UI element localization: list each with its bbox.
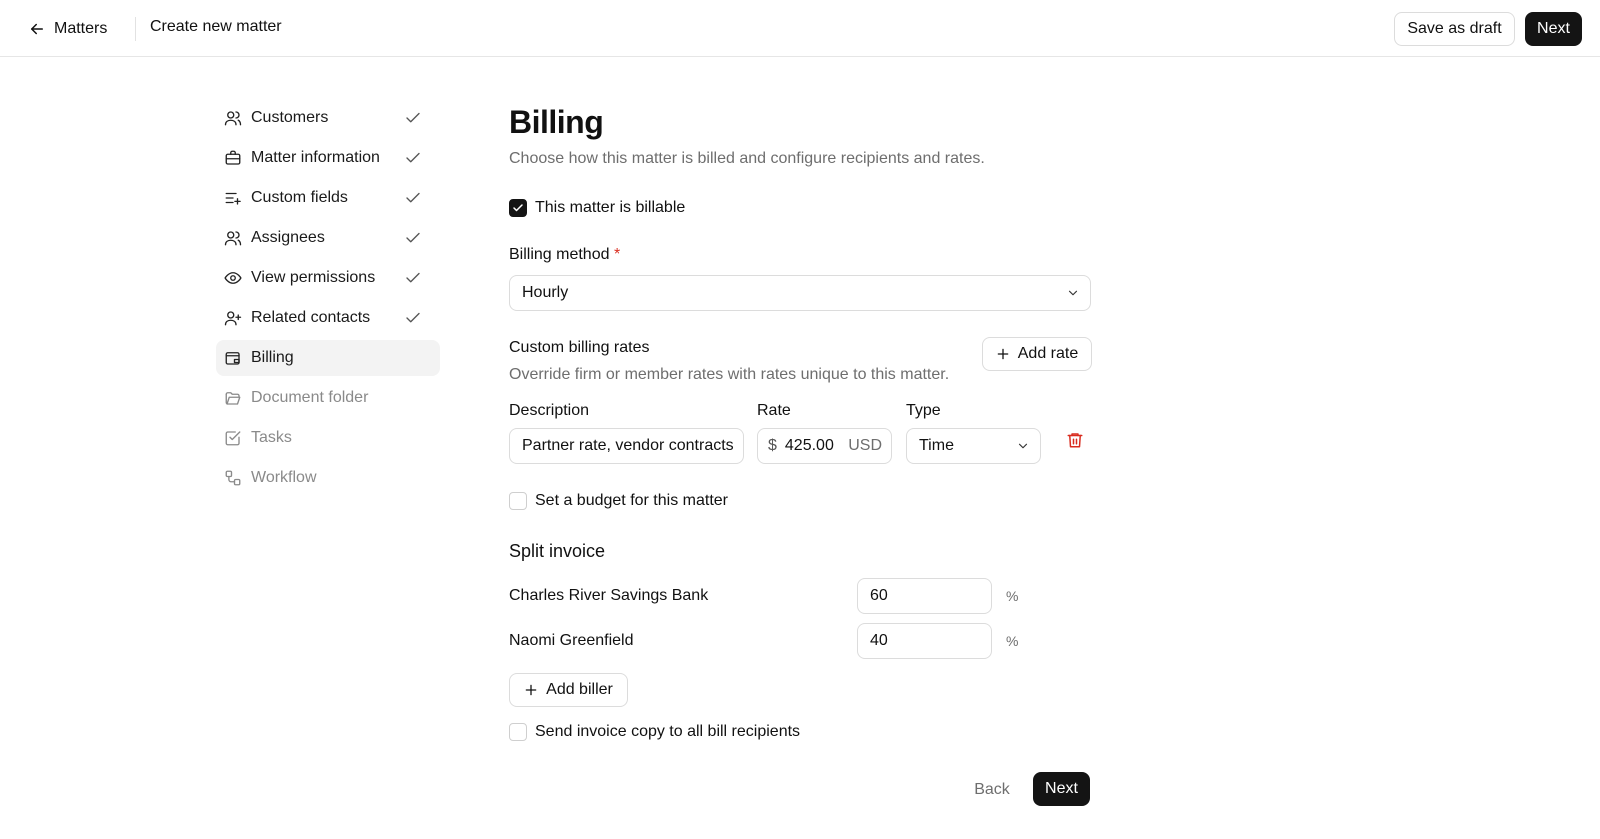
billing-method-label: Billing method *	[509, 246, 620, 264]
budget-checkbox[interactable]	[509, 492, 527, 510]
step-label: Document folder	[251, 389, 369, 406]
checkmark-icon	[513, 204, 523, 212]
currency-code: USD	[848, 437, 882, 454]
billable-checkbox[interactable]	[509, 199, 527, 217]
step-label: Custom fields	[251, 189, 348, 206]
back-link-label: Matters	[54, 20, 108, 37]
briefcase-icon	[224, 149, 242, 167]
percent-unit: %	[1006, 588, 1019, 604]
users-icon	[224, 229, 242, 247]
checkmark-icon	[406, 232, 420, 243]
split-invoice-title: Split invoice	[509, 541, 606, 561]
billable-label: This matter is billable	[535, 199, 686, 216]
step-tasks[interactable]: Tasks	[216, 420, 440, 456]
split-percent-input[interactable]: 40	[857, 623, 992, 659]
checkmark-icon	[406, 312, 420, 323]
add-rate-button[interactable]: Add rate	[982, 337, 1092, 371]
plus-icon	[525, 684, 537, 696]
split-recipient-name: Charles River Savings Bank	[509, 587, 709, 604]
checkbox-icon	[224, 429, 242, 447]
header-next-button[interactable]: Next	[1525, 12, 1582, 46]
step-custom-fields[interactable]: Custom fields	[216, 180, 440, 216]
step-label: Related contacts	[251, 309, 371, 326]
add-biller-button[interactable]: Add biller	[509, 673, 628, 707]
send-copy-checkbox[interactable]	[509, 723, 527, 741]
folder-open-icon	[224, 389, 242, 407]
percent-unit: %	[1006, 633, 1019, 649]
step-label: View permissions	[251, 269, 376, 286]
eye-icon	[224, 269, 242, 287]
billing-method-label-text: Billing method	[509, 246, 610, 263]
step-matter-information[interactable]: Matter information	[216, 140, 440, 176]
col-description-header: Description	[509, 402, 590, 419]
wallet-icon	[224, 349, 242, 367]
rate-amount-value: 425.00	[784, 437, 834, 454]
budget-label: Set a budget for this matter	[535, 492, 728, 509]
split-percent-input[interactable]: 60	[857, 578, 992, 614]
step-customers[interactable]: Customers	[216, 100, 440, 136]
rate-type-select[interactable]: Time	[906, 428, 1041, 464]
back-button[interactable]: Back	[966, 773, 1018, 807]
steps-sidebar: Customers Matter information Custom fiel…	[216, 100, 440, 500]
send-copy-label: Send invoice copy to all bill recipients	[535, 723, 801, 740]
users-icon	[224, 109, 242, 127]
step-assignees[interactable]: Assignees	[216, 220, 440, 256]
plus-icon	[997, 348, 1009, 360]
step-billing[interactable]: Billing	[216, 340, 440, 376]
checkmark-icon	[406, 192, 420, 203]
rate-description-input[interactable]: Partner rate, vendor contracts	[509, 428, 744, 464]
step-workflow[interactable]: Workflow	[216, 460, 440, 496]
custom-rates-title: Custom billing rates	[509, 339, 650, 356]
back-to-matters-link[interactable]: Matters	[28, 17, 107, 41]
step-label: Customers	[251, 109, 329, 126]
user-plus-icon	[224, 309, 242, 327]
chevron-down-icon	[1018, 443, 1028, 449]
step-label: Billing	[251, 349, 294, 366]
page-title: Billing	[509, 104, 604, 140]
checkmark-icon	[406, 272, 420, 283]
billing-method-select[interactable]: Hourly	[509, 275, 1091, 311]
top-bar: Matters Create new matter Save as draft …	[0, 0, 1600, 57]
page-header-title: Create new matter	[150, 18, 282, 35]
rate-amount-input[interactable]: $ 425.00 USD	[757, 428, 892, 464]
step-label: Assignees	[251, 229, 325, 246]
step-label: Matter information	[251, 149, 380, 166]
footer-next-button[interactable]: Next	[1033, 772, 1090, 806]
add-rate-label: Add rate	[1017, 345, 1079, 362]
save-as-draft-button[interactable]: Save as draft	[1394, 12, 1515, 46]
header-divider	[135, 17, 136, 41]
workflow-icon	[224, 469, 242, 487]
col-rate-header: Rate	[757, 402, 791, 419]
col-type-header: Type	[906, 402, 941, 419]
split-recipient-name: Naomi Greenfield	[509, 632, 634, 649]
currency-symbol: $	[768, 437, 777, 454]
step-view-permissions[interactable]: View permissions	[216, 260, 440, 296]
step-document-folder[interactable]: Document folder	[216, 380, 440, 416]
step-label: Workflow	[251, 469, 317, 486]
rate-type-value: Time	[919, 437, 954, 454]
custom-rates-subtitle: Override firm or member rates with rates…	[509, 366, 950, 383]
chevron-down-icon	[1068, 290, 1078, 296]
list-plus-icon	[224, 189, 242, 207]
required-asterisk: *	[613, 246, 621, 263]
checkmark-icon	[406, 152, 420, 163]
checkmark-icon	[406, 112, 420, 123]
step-related-contacts[interactable]: Related contacts	[216, 300, 440, 336]
trash-icon[interactable]	[1066, 430, 1084, 450]
arrow-left-icon	[31, 23, 43, 35]
page-subtitle: Choose how this matter is billed and con…	[509, 150, 985, 167]
billing-method-value: Hourly	[522, 284, 569, 301]
step-label: Tasks	[251, 429, 292, 446]
add-biller-label: Add biller	[546, 681, 613, 698]
